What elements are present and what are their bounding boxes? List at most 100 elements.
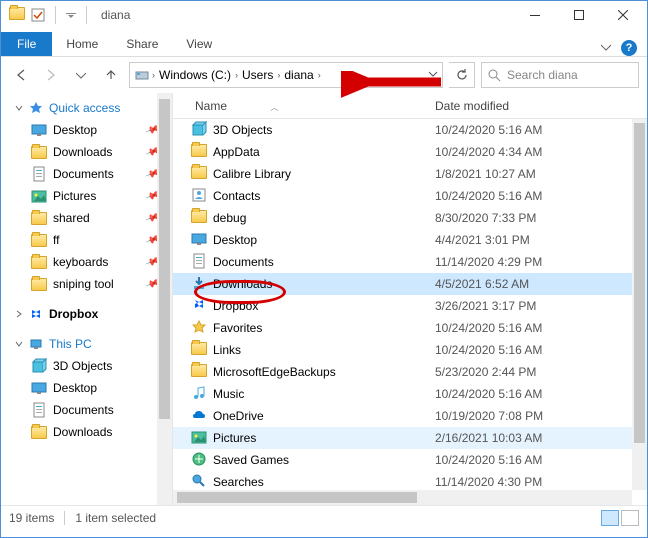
file-row[interactable]: Documents11/14/2020 4:29 PM (173, 251, 647, 273)
file-name: Links (213, 343, 241, 357)
tab-view[interactable]: View (172, 32, 226, 56)
sidebar-item[interactable]: Documents📌 (1, 163, 172, 185)
window-title: diana (101, 8, 130, 22)
search-icon (488, 69, 501, 82)
file-row[interactable]: debug8/30/2020 7:33 PM (173, 207, 647, 229)
file-date: 10/24/2020 5:16 AM (427, 189, 647, 203)
file-name: Dropbox (213, 299, 258, 313)
file-icon (191, 451, 207, 470)
file-row[interactable]: Dropbox 3/26/2021 3:17 PM (173, 295, 647, 317)
file-row[interactable]: Links 10/24/2020 5:16 AM (173, 339, 647, 361)
scrollbar-horizontal[interactable] (173, 490, 632, 505)
file-row[interactable]: Saved Games 10/24/2020 5:16 AM (173, 449, 647, 471)
breadcrumb-part[interactable]: diana (282, 68, 315, 82)
separator (86, 6, 87, 24)
back-button[interactable] (9, 63, 33, 87)
content-area: Quick access Desktop📌Downloads📌Documents… (1, 93, 647, 505)
folder-icon (9, 7, 25, 23)
scrollbar-vertical[interactable] (157, 93, 172, 505)
maximize-button[interactable] (557, 1, 601, 29)
recent-button[interactable] (69, 63, 93, 87)
dropbox-header[interactable]: Dropbox (1, 303, 172, 325)
sidebar-item[interactable]: 3D Objects (1, 355, 172, 377)
file-row[interactable]: Contacts 10/24/2020 5:16 AM (173, 185, 647, 207)
file-date: 10/24/2020 5:16 AM (427, 343, 647, 357)
chevron-right-icon[interactable]: › (275, 70, 282, 80)
sidebar-item[interactable]: Downloads (1, 421, 172, 443)
file-icon (191, 144, 207, 160)
file-date: 4/4/2021 3:01 PM (427, 233, 647, 247)
file-row[interactable]: AppData10/24/2020 4:34 AM (173, 141, 647, 163)
close-button[interactable] (601, 1, 645, 29)
qat-checkbox-icon[interactable] (31, 8, 45, 22)
up-button[interactable] (99, 63, 123, 87)
sidebar-item[interactable]: Downloads📌 (1, 141, 172, 163)
minimize-button[interactable] (513, 1, 557, 29)
search-box[interactable]: Search diana (481, 62, 639, 88)
tab-home[interactable]: Home (52, 32, 112, 56)
file-row[interactable]: Calibre Library1/8/2021 10:27 AM (173, 163, 647, 185)
expand-ribbon-icon[interactable] (601, 41, 611, 55)
file-date: 10/24/2020 5:16 AM (427, 387, 647, 401)
this-pc-header[interactable]: This PC (1, 333, 172, 355)
file-tab[interactable]: File (1, 32, 52, 56)
file-row[interactable]: Pictures2/16/2021 10:03 AM (173, 427, 647, 449)
file-name: Contacts (213, 189, 260, 203)
breadcrumb-part[interactable]: Windows (C:) (157, 68, 233, 82)
file-row[interactable]: MicrosoftEdgeBackups5/23/2020 2:44 PM (173, 361, 647, 383)
breadcrumb-box[interactable]: ›Windows (C:)›Users›diana› (129, 62, 443, 88)
sidebar-item[interactable]: sniping tool📌 (1, 273, 172, 295)
sidebar-item[interactable]: shared📌 (1, 207, 172, 229)
refresh-button[interactable] (449, 62, 475, 88)
sort-asc-icon: ︿ (270, 103, 278, 112)
chevron-down-icon (15, 340, 23, 348)
file-icon (191, 166, 207, 182)
scrollbar-vertical[interactable] (632, 119, 647, 490)
file-row[interactable]: Music10/24/2020 5:16 AM (173, 383, 647, 405)
column-header-name[interactable]: Name ︿ (173, 99, 427, 113)
chevron-right-icon[interactable]: › (233, 70, 240, 80)
file-name: Documents (213, 255, 274, 269)
tab-share[interactable]: Share (112, 32, 172, 56)
file-date: 10/24/2020 5:16 AM (427, 123, 647, 137)
breadcrumb-part[interactable]: Users (240, 68, 275, 82)
file-name: AppData (213, 145, 260, 159)
view-icons-button[interactable] (621, 510, 639, 526)
navigation-pane[interactable]: Quick access Desktop📌Downloads📌Documents… (1, 93, 173, 505)
file-date: 10/24/2020 5:16 AM (427, 453, 647, 467)
sidebar-item[interactable]: keyboards📌 (1, 251, 172, 273)
column-header-row: Name ︿ Date modified (173, 93, 647, 119)
drive-icon (134, 66, 150, 85)
sidebar-item[interactable]: Documents (1, 399, 172, 421)
file-name: Downloads (213, 277, 272, 291)
file-date: 3/26/2021 3:17 PM (427, 299, 647, 313)
file-row[interactable]: 3D Objects10/24/2020 5:16 AM (173, 119, 647, 141)
sidebar-item[interactable]: ff📌 (1, 229, 172, 251)
file-date: 5/23/2020 2:44 PM (427, 365, 647, 379)
file-date: 10/19/2020 7:08 PM (427, 409, 647, 423)
forward-button[interactable] (39, 63, 63, 87)
quick-access-header[interactable]: Quick access (1, 97, 172, 119)
view-details-button[interactable] (601, 510, 619, 526)
file-date: 11/14/2020 4:30 PM (427, 475, 647, 489)
column-header-date[interactable]: Date modified (427, 99, 647, 113)
sidebar-item[interactable]: Desktop📌 (1, 119, 172, 141)
file-row[interactable]: Downloads4/5/2021 6:52 AM (173, 273, 647, 295)
search-placeholder: Search diana (507, 68, 578, 82)
file-row[interactable]: Desktop4/4/2021 3:01 PM (173, 229, 647, 251)
file-row[interactable]: OneDrive10/19/2020 7:08 PM (173, 405, 647, 427)
sidebar-item[interactable]: Desktop (1, 377, 172, 399)
star-icon (29, 101, 43, 115)
file-list[interactable]: 3D Objects10/24/2020 5:16 AMAppData10/24… (173, 119, 647, 505)
help-button[interactable]: ? (621, 40, 637, 56)
chevron-right-icon[interactable]: › (150, 70, 157, 80)
sidebar-item[interactable]: Pictures📌 (1, 185, 172, 207)
file-name: Saved Games (213, 453, 289, 467)
file-row[interactable]: Favorites10/24/2020 5:16 AM (173, 317, 647, 339)
address-dropdown-icon[interactable] (428, 68, 438, 82)
qat-overflow-icon[interactable] (66, 10, 76, 20)
file-name: Searches (213, 475, 264, 489)
chevron-right-icon[interactable]: › (316, 70, 323, 80)
file-icon (191, 121, 207, 140)
file-icon (191, 275, 207, 294)
